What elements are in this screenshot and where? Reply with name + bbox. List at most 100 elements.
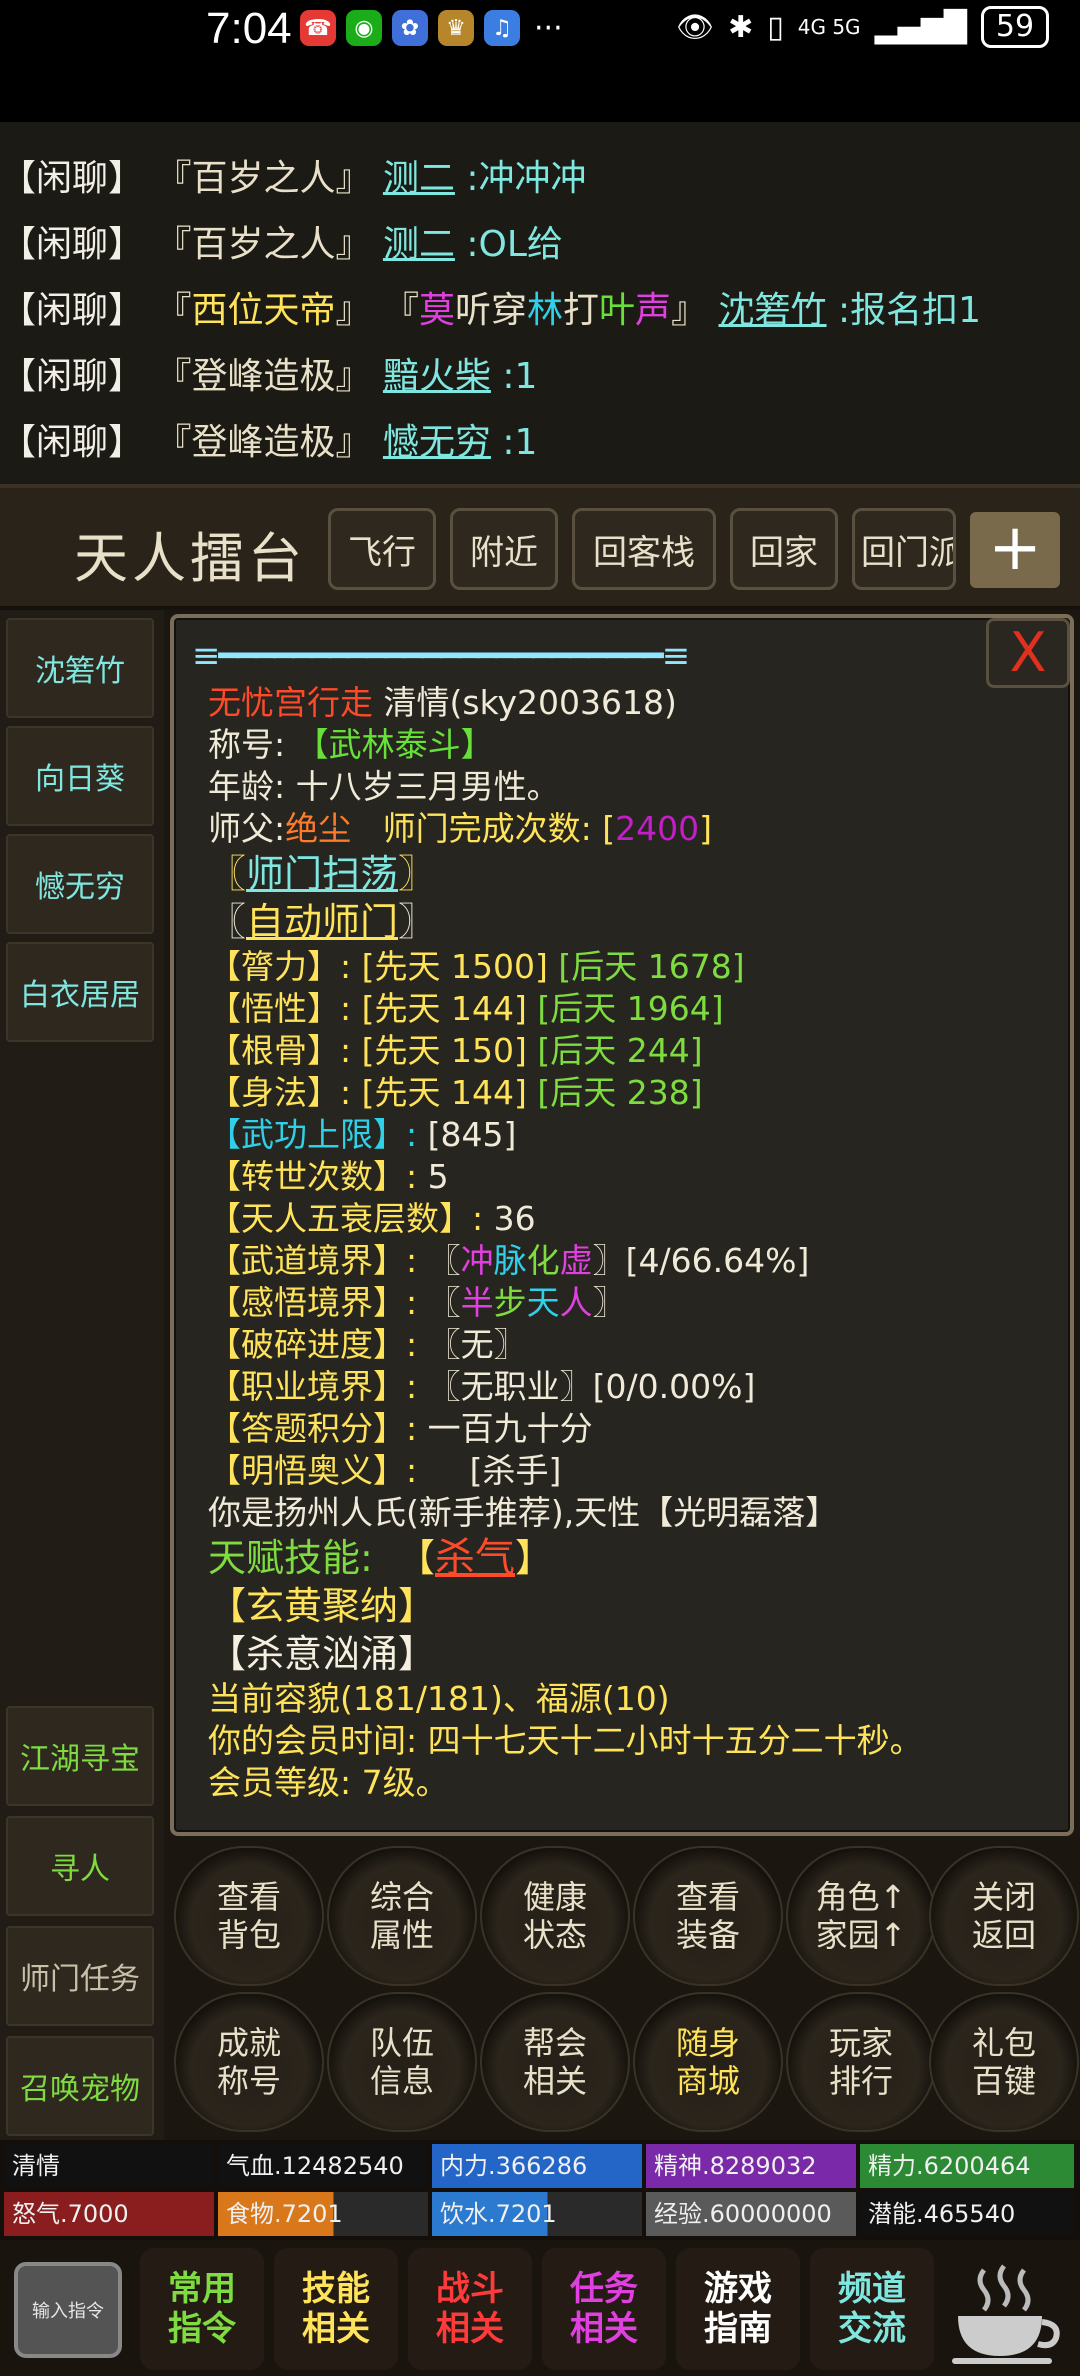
nuqi-bar: 怒气.7000 [4, 2192, 214, 2236]
origin-line: 你是扬州人氏(新手推荐),天性【光明磊落】 [208, 1493, 839, 1532]
chat-line: 【闲聊】 『百岁之人』 测二 :OL给 [0, 212, 1080, 278]
team-button[interactable]: 队伍 信息 [327, 1992, 477, 2132]
chat-title: 林 [527, 290, 564, 331]
summon-pet-button[interactable]: 召唤宠物 [6, 2036, 154, 2136]
chat-title: 穿 [490, 290, 527, 331]
network-label: 4G 5G [797, 15, 861, 39]
player-button[interactable]: 向日葵 [6, 726, 154, 826]
player-button[interactable]: 憾无穷 [6, 834, 154, 934]
talent-skill-link[interactable]: 杀气 [435, 1535, 515, 1581]
channel-tag: 【闲聊】 [0, 422, 145, 463]
combat-button[interactable]: 战斗 相关 [408, 2248, 532, 2370]
chat-user[interactable]: 憾无穷 [383, 422, 491, 463]
stat-label: 【根骨】 [208, 1031, 340, 1070]
shop-button[interactable]: 随身 商城 [633, 1992, 783, 2132]
posui-value: 〖无〗 [427, 1325, 527, 1364]
stat-base: [先天 144] [361, 1073, 527, 1112]
chat-title: 听 [454, 290, 491, 331]
fly-button[interactable]: 飞行 [328, 508, 436, 590]
role-home-button[interactable]: 角色↑ 家园↑ [786, 1846, 936, 1986]
chat-user[interactable]: 测二 [383, 158, 455, 199]
skills-button[interactable]: 技能 相关 [274, 2248, 398, 2370]
rebirth-value: 5 [427, 1157, 449, 1196]
character-info-panel: ≡━━━━━━━━━━━━━━━━━━━━━━━━≡ X 无忧宫行走 清情(sk… [170, 614, 1074, 1836]
nearby-button[interactable]: 附近 [450, 508, 558, 590]
treasure-button[interactable]: 江湖寻宝 [6, 1706, 154, 1806]
wudao-char: 冲 [460, 1241, 494, 1280]
chat-user[interactable]: 沈箬竹 [719, 290, 827, 331]
sect-count-value: 2400 [615, 809, 700, 848]
player-button[interactable]: 白衣居居 [6, 942, 154, 1042]
chat-line: 【闲聊】 『登峰造极』 憾无穷 :1 [0, 410, 1080, 476]
sect-sweep-link[interactable]: 师门扫荡 [246, 852, 398, 896]
title-line: 称号: 【武林泰斗】 [208, 724, 1058, 766]
common-commands-button[interactable]: 常用 指令 [140, 2248, 264, 2370]
title-label: 称号: [208, 725, 286, 764]
expand-button[interactable]: + [970, 512, 1060, 588]
decay-label: 【天人五衰层数】: [208, 1199, 484, 1238]
health-button[interactable]: 健康 状态 [480, 1846, 630, 1986]
mingwu-value: [杀手] [469, 1451, 562, 1490]
wugong-line: 【武功上限】: [845] [208, 1114, 1058, 1156]
stat-label: 【膂力】 [208, 947, 340, 986]
posui-label: 【破碎进度】: [208, 1325, 418, 1364]
player-button[interactable]: 沈箬竹 [6, 618, 154, 718]
talent-line: 天赋技能: 【杀气】 [208, 1535, 554, 1581]
gift-button[interactable]: 礼包 百键 [929, 1992, 1079, 2132]
guild-button[interactable]: 帮会 相关 [480, 1992, 630, 2132]
neili-bar: 内力.366286 [432, 2144, 642, 2188]
skill-name[interactable]: 【杀意汹涌】 [208, 1632, 436, 1676]
attributes-button[interactable]: 综合 属性 [327, 1846, 477, 1986]
hp-bar: 气血.12482540 [218, 2144, 428, 2188]
tasks-button[interactable]: 任务 相关 [542, 2248, 666, 2370]
mingwu-line: 【明悟奥义】: [杀手] [208, 1450, 1058, 1492]
ganwu-char: 步 [493, 1283, 527, 1322]
chat-title: 西位天帝 [191, 290, 336, 331]
skill-name[interactable]: 【玄黄聚纳】 [208, 1584, 436, 1628]
skill-line: 【杀意汹涌】 [208, 1630, 1058, 1678]
sect-count-label: 师门完成次数: [ [382, 809, 616, 848]
master-line: 师父:绝尘 师门完成次数: [2400] [208, 808, 1058, 850]
side-panel: 沈箬竹 向日葵 憾无穷 白衣居居 江湖寻宝 寻人 师门任务 召唤宠物 [0, 610, 164, 2140]
jingli-bar: 精力.6200464 [860, 2144, 1074, 2188]
skill-line: 【玄黄聚纳】 [208, 1582, 1058, 1630]
inn-button[interactable]: 回客栈 [572, 508, 716, 590]
zhiye-label: 【职业境界】: [208, 1367, 418, 1406]
home-button[interactable]: 回家 [730, 508, 838, 590]
find-person-button[interactable]: 寻人 [6, 1816, 154, 1916]
sect-task-button[interactable]: 师门任务 [6, 1926, 154, 2026]
chat-user[interactable]: 测二 [383, 224, 455, 265]
ranking-button[interactable]: 玩家 排行 [786, 1992, 936, 2132]
close-button[interactable]: X [986, 618, 1070, 688]
chat-log[interactable]: 【闲聊】 『百岁之人』 测二 :冲冲冲 【闲聊】 『百岁之人』 测二 :OL给 … [0, 122, 1080, 484]
sect-count-end: ] [699, 809, 712, 848]
achievement-button[interactable]: 成就 称号 [174, 1992, 324, 2132]
chat-title: 『登峰造极』 [155, 356, 372, 397]
input-command-button[interactable]: 输入指令 [14, 2262, 122, 2358]
chat-message: :OL给 [466, 224, 563, 265]
status-bar: 7:04 ☎ ◉ ✿ ♛ ♫ ··· 👁 ✱ ▯ 4G 5G ▂▄▆█ 59 [0, 0, 1080, 122]
signal-icon: ▂▄▆█ [874, 9, 967, 45]
guide-button[interactable]: 游戏 指南 [676, 2248, 800, 2370]
chat-title: 『登峰造极』 [155, 422, 372, 463]
jingshen-bar: 精神.8289032 [646, 2144, 856, 2188]
stat-post: [后天 244] [537, 1031, 703, 1070]
equipment-button[interactable]: 查看 装备 [633, 1846, 783, 1986]
title-value: 【武林泰斗】 [295, 725, 494, 764]
view-bag-button[interactable]: 查看 背包 [174, 1846, 324, 1986]
dati-line: 【答题积分】: 一百九十分 [208, 1408, 1058, 1450]
chat-message: :1 [502, 422, 538, 463]
wudao-char: 虚 [559, 1241, 593, 1280]
exp-bar: 经验.60000000 [646, 2192, 856, 2236]
posui-line: 【破碎进度】: 〖无〗 [208, 1324, 1058, 1366]
channel-button[interactable]: 频道 交流 [810, 2248, 934, 2370]
tea-cup-icon[interactable] [944, 2260, 1064, 2370]
decay-line: 【天人五衰层数】: 36 [208, 1198, 1058, 1240]
chat-user[interactable]: 黯火柴 [383, 356, 491, 397]
auto-sect-link[interactable]: 自动师门 [246, 900, 398, 944]
player-name: 清情(sky2003618) [383, 683, 677, 722]
wudao-label: 【武道境界】: [208, 1241, 418, 1280]
chat-title: 声 [635, 290, 672, 331]
sect-button[interactable]: 回门派 [852, 508, 956, 590]
close-return-button[interactable]: 关闭 返回 [929, 1846, 1079, 1986]
